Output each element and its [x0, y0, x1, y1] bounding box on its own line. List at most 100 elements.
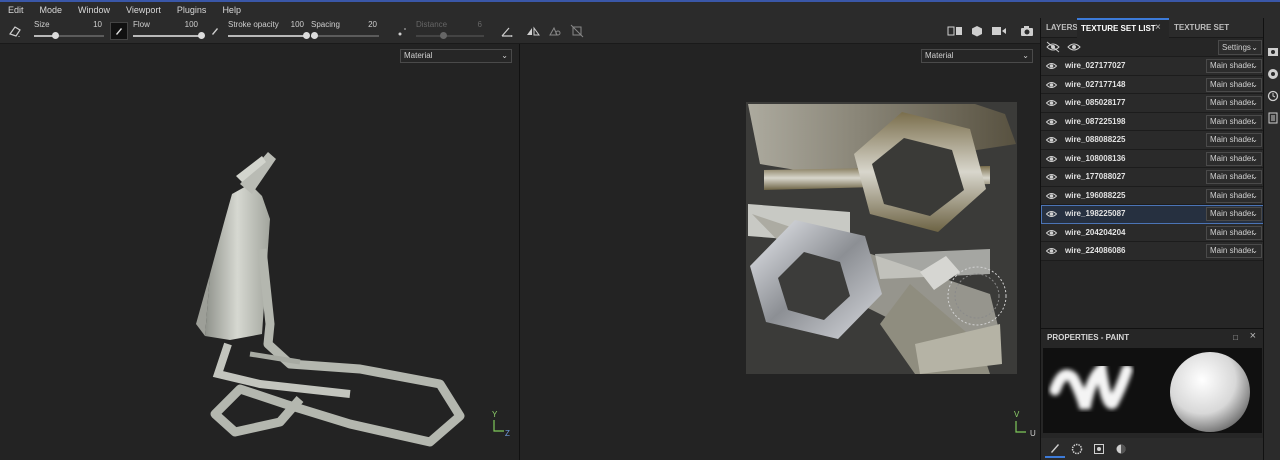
distance-value: 6	[477, 20, 482, 29]
axis-u-label: U	[1030, 429, 1036, 438]
texture-set-row[interactable]: wire_085028177 Main shader ⌄	[1041, 94, 1264, 113]
texture-set-row[interactable]: wire_196088225 Main shader ⌄	[1041, 186, 1264, 205]
viewport-3d[interactable]: Material ⌄ Y Z	[0, 44, 519, 460]
viewport-2d[interactable]: Material ⌄ V U	[520, 44, 1040, 460]
eye-icon[interactable]	[1046, 61, 1057, 71]
shader-select[interactable]: Main shader ⌄	[1206, 96, 1262, 110]
tool-properties-bar: Size 10 Flow 100 Stroke opacity 100 Spac…	[0, 18, 1040, 44]
display-settings-icon[interactable]	[1267, 46, 1279, 58]
eye-icon[interactable]	[1067, 41, 1081, 53]
spacing-slider[interactable]	[311, 35, 379, 37]
close-icon[interactable]: ×	[1250, 330, 1256, 342]
eye-icon[interactable]	[1046, 135, 1057, 145]
camera-cube-icon[interactable]	[968, 22, 986, 40]
spacing-value: 20	[368, 20, 377, 29]
brush-select-icon[interactable]	[6, 22, 24, 40]
shader-select-value: Main shader	[1210, 98, 1255, 107]
uv-texture-map	[746, 102, 1017, 374]
alpha-tab-icon[interactable]	[1067, 440, 1087, 458]
size-slider-handle[interactable]	[52, 32, 59, 39]
spacing-slider-handle[interactable]	[311, 32, 318, 39]
stroke-preview-graphic	[1049, 352, 1250, 432]
projection-icon[interactable]	[568, 22, 586, 40]
axis-gizmo-icon	[493, 420, 504, 432]
texture-set-row[interactable]: wire_204204204 Main shader ⌄	[1041, 223, 1264, 242]
texture-set-row[interactable]: wire_087225198 Main shader ⌄	[1041, 112, 1264, 131]
eye-icon[interactable]	[1046, 228, 1057, 238]
undock-icon[interactable]: □	[1233, 333, 1238, 342]
axis-z-label: Z	[505, 429, 510, 438]
shader-select[interactable]: Main shader ⌄	[1206, 114, 1262, 129]
shader-select[interactable]: Main shader ⌄	[1206, 207, 1262, 221]
chevron-down-icon: ⌄	[1251, 190, 1258, 200]
eye-icon[interactable]	[1046, 191, 1057, 201]
texture-set-row[interactable]: wire_177088027 Main shader ⌄	[1041, 168, 1264, 187]
stroke-opacity-slider-handle[interactable]	[303, 32, 310, 39]
chevron-down-icon: ⌄	[1251, 98, 1258, 107]
symmetry-icon[interactable]	[524, 22, 542, 40]
shader-select[interactable]: Main shader ⌄	[1206, 188, 1262, 203]
distance-slider-handle[interactable]	[440, 32, 447, 39]
shader-select-value: Main shader	[1210, 190, 1255, 200]
texture-set-row[interactable]: wire_224086086 Main shader ⌄	[1041, 242, 1264, 261]
chevron-down-icon: ⌄	[1251, 116, 1258, 126]
flow-brush-icon[interactable]	[206, 22, 224, 40]
eye-icon[interactable]	[1046, 246, 1057, 256]
texture-set-row[interactable]: wire_108008136 Main shader ⌄	[1041, 149, 1264, 168]
menu-viewport[interactable]: Viewport	[118, 2, 169, 18]
tab-texture-set-settings[interactable]: TEXTURE SET SETTINGS	[1174, 18, 1264, 52]
dock-icon-strip	[1263, 18, 1280, 460]
eye-filter-icon[interactable]	[1046, 41, 1060, 53]
shader-select[interactable]: Main shader ⌄	[1206, 225, 1262, 240]
flow-value: 100	[184, 20, 198, 29]
texture-set-name: wire_027177027	[1065, 61, 1126, 70]
distance-slider[interactable]	[416, 35, 484, 37]
flow-slider-fill	[133, 35, 201, 37]
menu-mode[interactable]: Mode	[32, 2, 71, 18]
chevron-down-icon: ⌄	[1251, 227, 1258, 237]
chevron-down-icon: ⌄	[1251, 246, 1258, 255]
shader-select[interactable]: Main shader ⌄	[1206, 59, 1262, 73]
texture-set-row[interactable]: wire_027177148 Main shader ⌄	[1041, 75, 1264, 94]
chevron-down-icon: ⌄	[1251, 153, 1258, 163]
shader-select[interactable]: Main shader ⌄	[1206, 170, 1262, 184]
texture-set-name: wire_196088225	[1065, 190, 1126, 200]
alignment-icon[interactable]	[498, 22, 516, 40]
brush-tab-icon[interactable]	[1045, 440, 1065, 458]
eye-icon[interactable]	[1046, 209, 1057, 219]
texture-set-row[interactable]: wire_198225087 Main shader ⌄	[1041, 205, 1264, 224]
shader-select-value: Main shader	[1210, 172, 1255, 181]
lazy-mouse-icon[interactable]	[394, 22, 412, 40]
mirror-icon[interactable]	[546, 22, 564, 40]
settings-dropdown[interactable]: Settings ⌄	[1218, 40, 1262, 55]
menu-window[interactable]: Window	[70, 2, 118, 18]
eye-icon[interactable]	[1046, 80, 1057, 90]
close-icon[interactable]: ×	[1155, 18, 1161, 38]
shader-select[interactable]: Main shader ⌄	[1206, 244, 1262, 258]
eye-icon[interactable]	[1046, 172, 1057, 182]
menu-edit[interactable]: Edit	[0, 2, 32, 18]
flow-slider-handle[interactable]	[198, 32, 205, 39]
eye-icon[interactable]	[1046, 98, 1057, 108]
shader-select[interactable]: Main shader ⌄	[1206, 151, 1262, 166]
brush-preset-icon[interactable]	[110, 22, 128, 40]
menu-plugins[interactable]: Plugins	[169, 2, 215, 18]
shader-settings-icon[interactable]	[1267, 68, 1279, 80]
texture-set-name: wire_027177148	[1065, 79, 1126, 89]
screenshot-camera-icon[interactable]	[1018, 22, 1036, 40]
shader-select[interactable]: Main shader ⌄	[1206, 133, 1262, 147]
video-camera-icon[interactable]	[990, 22, 1008, 40]
shader-select[interactable]: Main shader ⌄	[1206, 77, 1262, 92]
texture-set-row[interactable]: wire_027177027 Main shader ⌄	[1041, 57, 1264, 76]
view-mode-icon[interactable]	[946, 22, 964, 40]
panel-tabs: LAYERS TEXTURE SET LIST × TEXTURE SET SE…	[1041, 18, 1264, 52]
log-icon[interactable]	[1267, 112, 1279, 124]
menu-help[interactable]: Help	[214, 2, 249, 18]
texture-set-row[interactable]: wire_088088225 Main shader ⌄	[1041, 131, 1264, 150]
history-icon[interactable]	[1267, 90, 1279, 102]
eye-icon[interactable]	[1046, 117, 1057, 127]
material-tab-icon[interactable]	[1111, 440, 1131, 458]
eye-icon[interactable]	[1046, 154, 1057, 164]
tab-layers[interactable]: LAYERS	[1046, 18, 1078, 38]
stencil-tab-icon[interactable]	[1089, 440, 1109, 458]
